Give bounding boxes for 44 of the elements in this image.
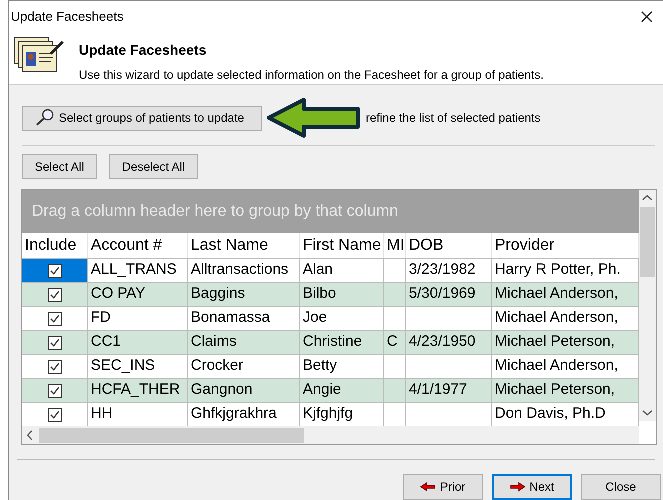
table-cell-text: Crocker xyxy=(191,356,244,376)
table-cell-text: CO PAY xyxy=(91,284,146,304)
table-cell-text: Michael Anderson, xyxy=(495,356,618,376)
table-cell-text: HH xyxy=(91,404,113,424)
table-cell-text: Michael Anderson, xyxy=(495,284,618,304)
table-cell-text: 3/23/1982 xyxy=(409,260,476,280)
table-cell-text: Gangnon xyxy=(191,380,253,400)
group-panel-hint: Drag a column header here to group by that column xyxy=(32,202,398,222)
table-cell-text: 4/1/1977 xyxy=(409,380,468,400)
table-cell-text: Harry R Potter, Ph. xyxy=(495,260,621,280)
table-cell-text: SEC_INS xyxy=(91,356,156,376)
window-title: Update Facesheets xyxy=(11,8,124,26)
table-cell-text: Baggins xyxy=(191,284,246,304)
wizard-title: Update Facesheets xyxy=(79,41,208,60)
table-cell-text: Bilbo xyxy=(303,284,336,304)
prior-button[interactable]: Prior xyxy=(403,474,483,500)
next-button[interactable]: Next xyxy=(492,474,572,500)
table-cell-text: Alltransactions xyxy=(191,260,289,280)
select-all-button[interactable]: Select All xyxy=(22,154,98,179)
wizard-description: Use this wizard to update selected information on the Facesheet for a group of patients. xyxy=(79,67,544,84)
table-cell-text: Michael Anderson, xyxy=(495,308,618,328)
table-cell-text: Claims xyxy=(191,332,237,352)
table-cell-text: Christine xyxy=(303,332,362,352)
table-cell-text: C xyxy=(387,332,398,352)
table-cell-text: CC1 xyxy=(91,332,122,352)
table-cell-text: 5/30/1969 xyxy=(409,284,476,304)
table-cell-text: 4/23/1950 xyxy=(409,332,476,352)
table-cell-text: HCFA_THER xyxy=(91,380,180,400)
table-cell-text: Betty xyxy=(303,356,338,376)
deselect-all-button[interactable]: Deselect All xyxy=(109,154,198,179)
table-cell-text: Don Davis, Ph.D xyxy=(495,404,606,424)
table-cell-text: Kjfghjfg xyxy=(303,404,354,424)
table-cell-text: Bonamassa xyxy=(191,308,270,328)
refine-hint: refine the list of selected patients xyxy=(366,110,541,127)
select-groups-button[interactable]: Select groups of patients to update xyxy=(22,106,262,130)
table-cell-text: Michael Peterson, xyxy=(495,380,616,400)
table-cell-text: Alan xyxy=(303,260,334,280)
table-cell-text: Angie xyxy=(303,380,342,400)
table-cell-text: FD xyxy=(91,308,111,328)
table-cell-text: Joe xyxy=(303,308,328,328)
table-cell-text: Ghfkjgrakhra xyxy=(191,404,277,424)
close-button[interactable]: Close xyxy=(581,474,661,500)
table-cell-text: ALL_TRANS xyxy=(91,260,177,280)
table-cell-text: Michael Peterson, xyxy=(495,332,616,352)
